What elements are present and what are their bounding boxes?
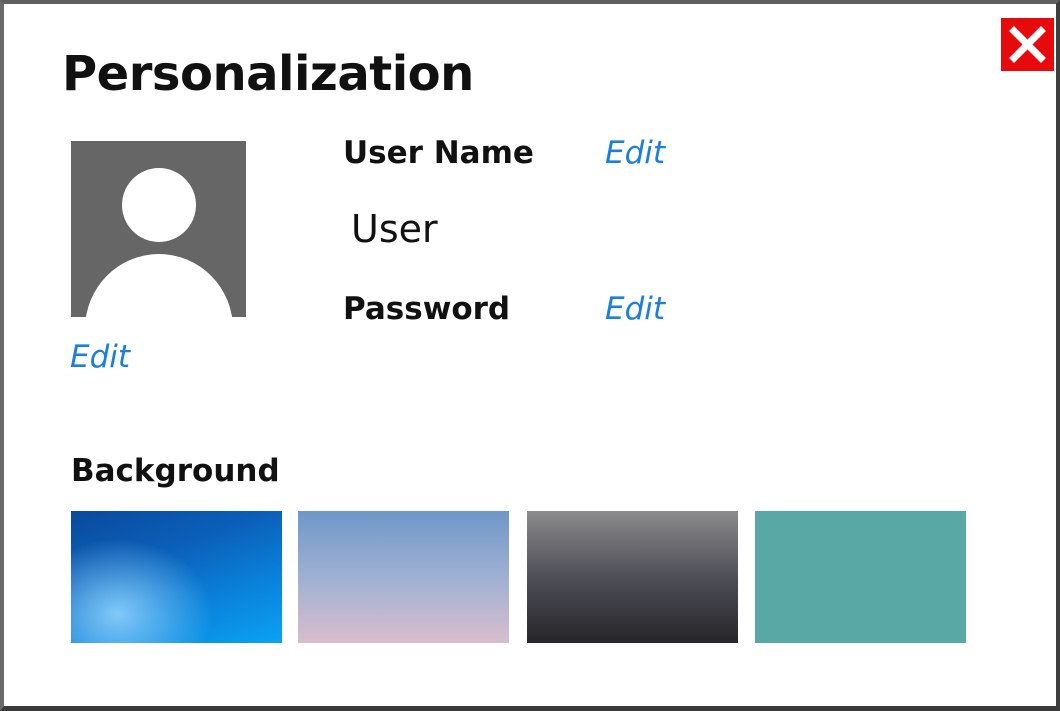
user-name-value: User — [351, 207, 438, 251]
background-option-gray-charcoal-gradient[interactable] — [527, 511, 738, 643]
background-option-teal-solid[interactable] — [755, 511, 966, 643]
close-icon — [1009, 26, 1046, 63]
close-button[interactable] — [1001, 18, 1054, 71]
password-label: Password — [343, 291, 511, 327]
background-label: Background — [71, 453, 280, 489]
page-title: Personalization — [62, 46, 474, 102]
background-option-blue-light-burst[interactable] — [71, 511, 282, 643]
personalization-dialog: Personalization Edit User Name Edit User… — [0, 0, 1060, 711]
avatar — [71, 141, 246, 317]
password-edit-link[interactable]: Edit — [605, 291, 665, 327]
background-option-blue-pink-gradient[interactable] — [298, 511, 509, 643]
user-name-label: User Name — [343, 135, 534, 171]
user-silhouette-icon — [85, 168, 233, 317]
user-name-edit-link[interactable]: Edit — [605, 135, 665, 171]
avatar-edit-link[interactable]: Edit — [70, 339, 130, 375]
